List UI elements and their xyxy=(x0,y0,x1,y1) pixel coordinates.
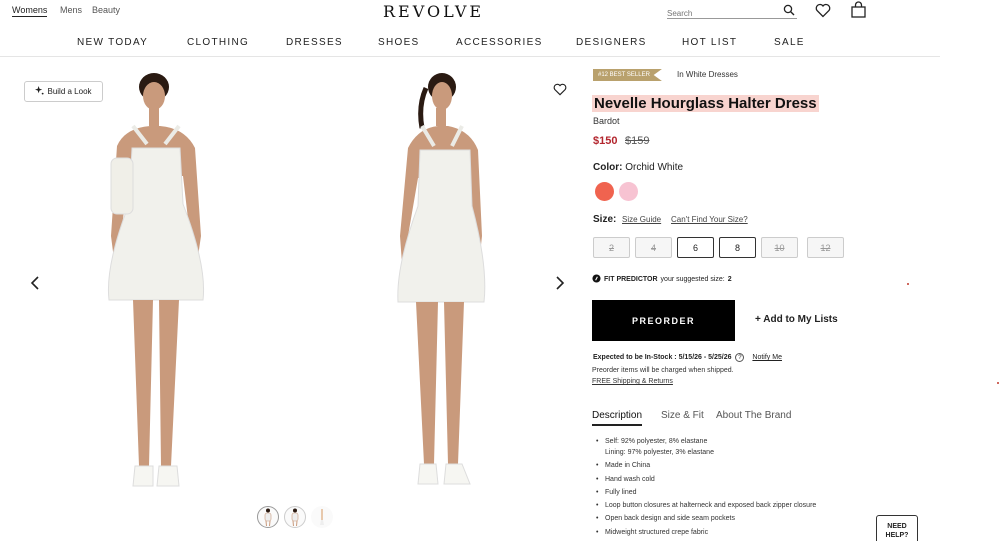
detail-item: • Hand wash cold xyxy=(596,475,655,483)
instock-label: Expected to be In-Stock : 5/15/26 - 5/25… xyxy=(593,354,732,361)
nav-new-today[interactable]: NEW TODAY xyxy=(77,37,148,48)
fit-suggest-text: your suggested size: xyxy=(660,276,725,283)
top-bar: Womens Mens Beauty REVOLVE xyxy=(0,0,1000,30)
original-price: $159 xyxy=(625,135,650,147)
thumbnail-2[interactable] xyxy=(284,506,306,528)
nav-designers[interactable]: DESIGNERS xyxy=(576,37,647,48)
preorder-charge-note: Preorder items will be charged when ship… xyxy=(592,367,734,374)
segment-beauty[interactable]: Beauty xyxy=(92,5,120,15)
detail-item: • Made in China xyxy=(596,462,651,470)
detail-item: • Midweight structured crepe fabric xyxy=(596,528,709,536)
product-page: Womens Mens Beauty REVOLVE NEW TODAY CLO… xyxy=(0,0,1000,541)
search-icon[interactable] xyxy=(783,3,795,21)
nav-shoes[interactable]: SHOES xyxy=(378,37,420,48)
need-help-button[interactable]: NEED HELP? xyxy=(876,515,918,541)
color-label: Color: xyxy=(593,162,623,173)
cant-find-size-link[interactable]: Can't Find Your Size? xyxy=(671,215,748,224)
main-nav: NEW TODAY CLOTHING DRESSES SHOES ACCESSO… xyxy=(0,30,940,57)
size-option-4[interactable]: 4 xyxy=(635,237,672,258)
revolve-logo[interactable]: REVOLVE xyxy=(383,2,484,21)
fit-suggested-size: 2 xyxy=(727,276,732,283)
instock-row: Expected to be In-Stock : 5/15/26 - 5/25… xyxy=(593,353,782,362)
fit-predictor-icon xyxy=(592,274,601,285)
decorative-dot xyxy=(907,283,909,285)
brand-link[interactable]: Bardot xyxy=(593,116,620,126)
product-image-side[interactable] xyxy=(378,66,508,496)
size-option-10[interactable]: 10 xyxy=(761,237,798,258)
nav-accessories[interactable]: ACCESSORIES xyxy=(456,37,543,48)
size-option-2[interactable]: 2 xyxy=(593,237,630,258)
nav-clothing[interactable]: CLOTHING xyxy=(187,37,249,48)
size-option-8[interactable]: 8 xyxy=(719,237,756,258)
tab-size-fit[interactable]: Size & Fit xyxy=(661,410,704,421)
decorative-dot xyxy=(997,382,999,384)
search-box[interactable] xyxy=(667,3,797,19)
add-to-lists-button[interactable]: + Add to My Lists xyxy=(755,314,838,325)
swatch-pink[interactable] xyxy=(619,182,638,201)
nav-hot-list[interactable]: HOT LIST xyxy=(682,37,737,48)
build-a-look-button[interactable]: Build a Look xyxy=(24,81,103,102)
sale-price: $150 xyxy=(593,135,618,147)
thumbnail-3[interactable] xyxy=(311,506,333,528)
shopping-bag-icon[interactable] xyxy=(850,1,867,23)
build-a-look-label: Build a Look xyxy=(47,87,92,96)
fit-predictor-label: FIT PREDICTOR xyxy=(604,276,658,283)
sparkle-icon xyxy=(35,86,45,97)
segment-womens[interactable]: Womens xyxy=(12,5,48,17)
detail-item: • Open back design and side seam pockets xyxy=(596,515,735,523)
swatch-orange[interactable] xyxy=(595,182,614,201)
tab-description[interactable]: Description xyxy=(592,410,643,426)
product-image-front[interactable] xyxy=(95,66,225,496)
detail-item-continued: Lining: 97% polyester, 3% elastane xyxy=(605,449,714,456)
preorder-button[interactable]: PREORDER xyxy=(592,300,735,341)
fit-predictor[interactable]: FIT PREDICTOR your suggested size: 2 xyxy=(592,274,732,285)
need-help-line1: NEED xyxy=(887,523,907,530)
chevron-left-icon[interactable] xyxy=(30,276,40,293)
detail-item: • Loop button closures at halterneck and … xyxy=(596,502,817,510)
detail-item: • Fully lined xyxy=(596,488,637,496)
detail-item: • Self: 92% polyester, 8% elastane xyxy=(596,438,708,445)
chevron-right-icon[interactable] xyxy=(555,276,565,293)
color-value: Orchid White xyxy=(625,162,684,173)
wishlist-heart-icon[interactable] xyxy=(815,3,831,23)
notify-me-link[interactable]: Notify Me xyxy=(752,354,782,361)
free-shipping-link[interactable]: FREE Shipping & Returns xyxy=(592,378,673,385)
product-title: Nevelle Hourglass Halter Dress xyxy=(592,95,819,112)
segment-mens[interactable]: Mens xyxy=(60,5,82,15)
search-input[interactable] xyxy=(667,9,777,18)
tab-about-brand[interactable]: About The Brand xyxy=(716,410,791,421)
color-row: Color: Orchid White xyxy=(593,162,683,173)
thumbnail-strip xyxy=(257,506,333,528)
size-option-6[interactable]: 6 xyxy=(677,237,714,258)
help-question-icon[interactable]: ? xyxy=(735,353,745,362)
need-help-line2: HELP? xyxy=(885,532,909,539)
category-link[interactable]: In White Dresses xyxy=(677,70,738,79)
size-label: Size: xyxy=(593,214,617,225)
favorite-heart-icon[interactable] xyxy=(553,83,567,101)
size-guide-link[interactable]: Size Guide xyxy=(622,215,661,224)
product-details-list: • Self: 92% polyester, 8% elastane Lining… xyxy=(596,438,816,541)
nav-sale[interactable]: SALE xyxy=(774,37,805,48)
nav-dresses[interactable]: DRESSES xyxy=(286,37,343,48)
best-seller-badge: #12 BEST SELLER xyxy=(593,69,662,81)
thumbnail-1[interactable] xyxy=(257,506,279,528)
size-option-12[interactable]: 12 xyxy=(807,237,844,258)
